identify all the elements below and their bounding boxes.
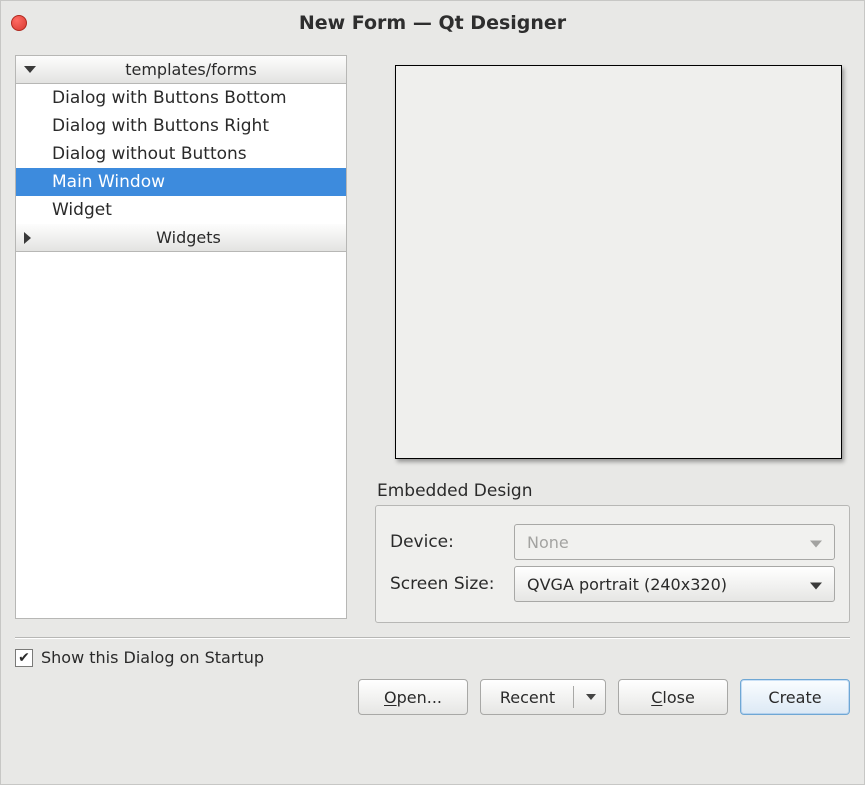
- bottom-bar: ✔ Show this Dialog on Startup Open... Re…: [1, 648, 864, 729]
- tree-items: Dialog with Buttons Bottom Dialog with B…: [16, 84, 346, 224]
- recent-button[interactable]: Recent: [480, 679, 606, 715]
- startup-checkbox[interactable]: ✔: [15, 649, 33, 667]
- open-button-rest: pen...: [397, 688, 442, 707]
- dialog-content: templates/forms Dialog with Buttons Bott…: [1, 45, 864, 623]
- screen-size-label: Screen Size:: [390, 574, 500, 594]
- embedded-design-title: Embedded Design: [377, 481, 850, 501]
- open-button[interactable]: Open...: [358, 679, 468, 715]
- device-row: Device: None: [390, 524, 835, 560]
- device-combo: None: [514, 524, 835, 560]
- chevron-right-icon: [24, 232, 31, 244]
- embedded-design-group: Device: None Screen Size: QVGA portrait …: [375, 505, 850, 623]
- button-row: Open... Recent Close Create: [15, 679, 850, 715]
- close-button[interactable]: Close: [618, 679, 728, 715]
- tree-group-label: templates/forms: [44, 60, 338, 79]
- startup-checkbox-label: Show this Dialog on Startup: [41, 648, 264, 667]
- chevron-down-icon: [810, 533, 822, 552]
- screen-size-row: Screen Size: QVGA portrait (240x320): [390, 566, 835, 602]
- window-close-icon[interactable]: [11, 15, 27, 31]
- tree-group-widgets[interactable]: Widgets: [16, 224, 346, 252]
- screen-size-combo[interactable]: QVGA portrait (240x320): [514, 566, 835, 602]
- device-value: None: [527, 533, 569, 552]
- separator: [15, 637, 850, 638]
- create-button[interactable]: Create: [740, 679, 850, 715]
- template-tree[interactable]: templates/forms Dialog with Buttons Bott…: [15, 55, 347, 619]
- window-title: New Form — Qt Designer: [1, 12, 864, 34]
- screen-size-value: QVGA portrait (240x320): [527, 575, 727, 594]
- recent-button-label: Recent: [500, 688, 555, 707]
- chevron-down-icon: [810, 575, 822, 594]
- right-column: Embedded Design Device: None Screen Size…: [375, 55, 850, 623]
- chevron-down-icon: [586, 694, 596, 700]
- button-separator: [573, 686, 574, 708]
- tree-group-templates[interactable]: templates/forms: [16, 56, 346, 84]
- startup-checkbox-row[interactable]: ✔ Show this Dialog on Startup: [15, 648, 850, 667]
- titlebar: New Form — Qt Designer: [1, 1, 864, 45]
- close-button-rest: lose: [662, 688, 694, 707]
- tree-item-dialog-buttons-right[interactable]: Dialog with Buttons Right: [16, 112, 346, 140]
- tree-item-dialog-without-buttons[interactable]: Dialog without Buttons: [16, 140, 346, 168]
- tree-item-dialog-buttons-bottom[interactable]: Dialog with Buttons Bottom: [16, 84, 346, 112]
- tree-item-widget[interactable]: Widget: [16, 196, 346, 224]
- chevron-down-icon: [24, 66, 36, 73]
- tree-group-label: Widgets: [39, 228, 338, 247]
- tree-item-main-window[interactable]: Main Window: [16, 168, 346, 196]
- device-label: Device:: [390, 532, 500, 552]
- create-button-label: Create: [768, 688, 821, 707]
- form-preview: [395, 65, 842, 459]
